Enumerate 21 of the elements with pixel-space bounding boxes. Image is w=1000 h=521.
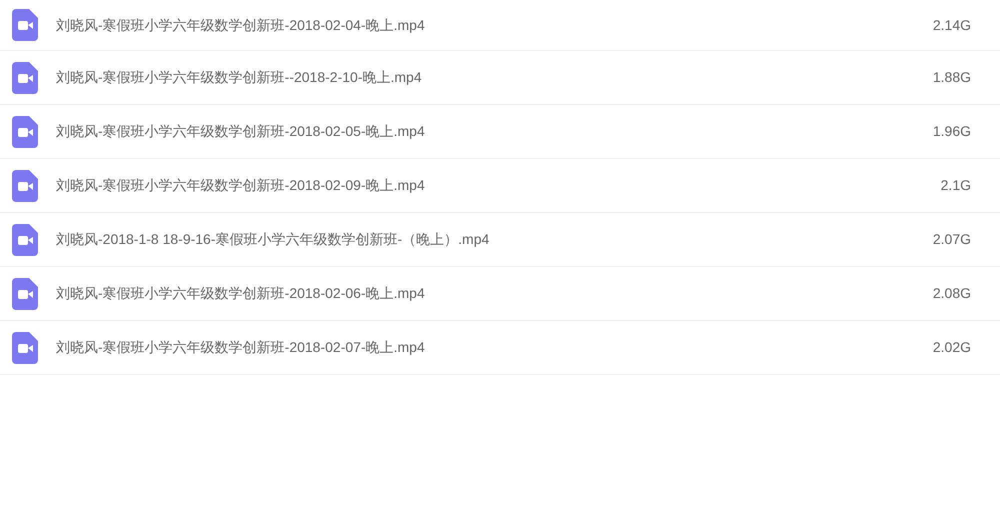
video-file-icon (12, 278, 38, 310)
file-name[interactable]: 刘晓风-寒假班小学六年级数学创新班-2018-02-05-晚上.mp4 (56, 121, 425, 142)
file-name[interactable]: 刘晓风-寒假班小学六年级数学创新班-2018-02-04-晚上.mp4 (56, 14, 425, 36)
file-name[interactable]: 刘晓风-寒假班小学六年级数学创新班-2018-02-06-晚上.mp4 (56, 283, 425, 304)
file-name[interactable]: 刘晓风-寒假班小学六年级数学创新班-2018-02-07-晚上.mp4 (56, 337, 425, 358)
video-file-icon (12, 9, 38, 41)
file-size: 2.02G (932, 338, 971, 357)
file-name[interactable]: 刘晓风-2018-1-8 18-9-16-寒假班小学六年级数学创新班-（晚上）.mp4 (56, 229, 490, 250)
file-size: 1.88G (932, 68, 971, 87)
file-size: 2.07G (932, 230, 971, 249)
file-name[interactable]: 刘晓风-寒假班小学六年级数学创新班-2018-02-09-晚上.mp4 (56, 175, 425, 196)
file-size: 2.14G (932, 16, 971, 34)
video-file-icon (12, 62, 38, 94)
file-size: 2.08G (932, 284, 971, 303)
video-file-icon (12, 116, 38, 148)
video-file-icon (12, 224, 38, 256)
video-file-icon (12, 332, 38, 364)
file-name[interactable]: 刘晓风-寒假班小学六年级数学创新班--2018-2-10-晚上.mp4 (56, 67, 422, 88)
file-size: 2.1G (940, 176, 971, 195)
video-file-icon (12, 170, 38, 202)
file-size: 1.96G (932, 122, 971, 141)
